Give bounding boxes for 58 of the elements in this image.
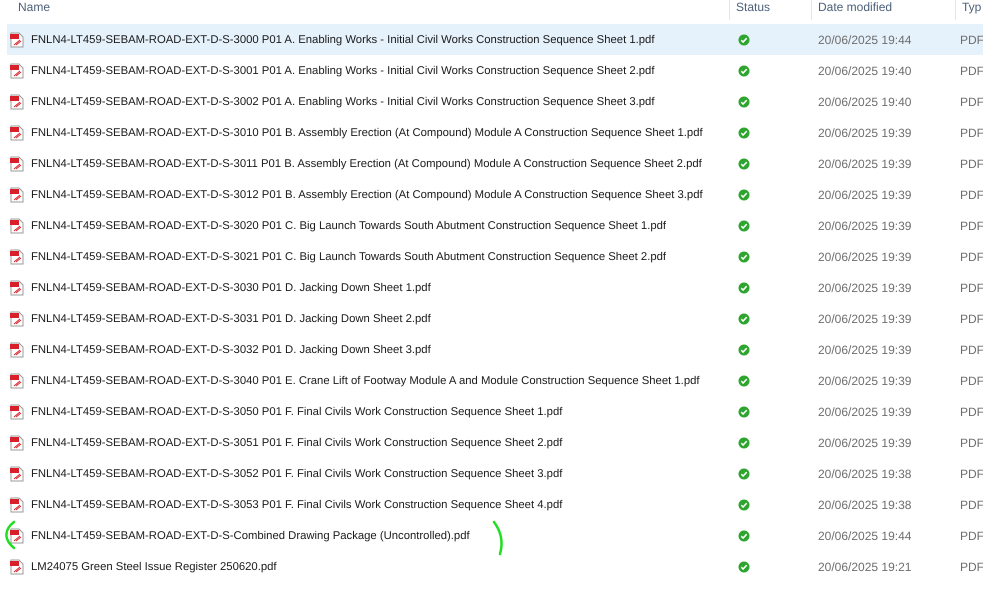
file-name: FNLN4-LT459-SEBAM-ROAD-EXT-D-S-3002 P01 A. Enabling Works - Initial Civil Works Construction Sequence Sheet 3.pdf xyxy=(31,96,654,108)
file-name: FNLN4-LT459-SEBAM-ROAD-EXT-D-S-3000 P01 A. Enabling Works - Initial Civil Works Construction Sequence Sheet 1.pdf xyxy=(31,34,654,46)
file-name: FNLN4-LT459-SEBAM-ROAD-EXT-D-S-3030 P01 D. Jacking Down Sheet 1.pdf xyxy=(31,282,431,294)
date-modified: 20/06/2025 19:21 xyxy=(818,560,912,574)
pdf-file-icon xyxy=(10,528,24,544)
pdf-file-icon xyxy=(10,124,24,140)
pdf-file-icon xyxy=(10,434,24,450)
file-name: FNLN4-LT459-SEBAM-ROAD-EXT-D-S-3031 P01 D. Jacking Down Sheet 2.pdf xyxy=(31,312,431,324)
date-modified: 20/06/2025 19:39 xyxy=(818,188,912,202)
file-name: FNLN4-LT459-SEBAM-ROAD-EXT-D-S-3053 P01 F. Final Civils Work Construction Sequence Sheet 4.pdf xyxy=(31,498,562,510)
pdf-file-icon xyxy=(10,280,24,296)
date-modified: 20/06/2025 19:39 xyxy=(818,126,912,140)
date-modified: 20/06/2025 19:39 xyxy=(818,404,912,418)
date-modified: 20/06/2025 19:39 xyxy=(818,374,912,388)
file-name: FNLN4-LT459-SEBAM-ROAD-EXT-D-S-3011 P01 B. Assembly Erection (At Compound) Module A Construction Sequence Sheet 2.pdf xyxy=(31,158,702,170)
pdf-file-icon xyxy=(10,558,24,574)
date-modified: 20/06/2025 19:38 xyxy=(818,498,912,512)
file-name: FNLN4-LT459-SEBAM-ROAD-EXT-D-S-3051 P01 F. Final Civils Work Construction Sequence Sheet 2.pdf xyxy=(31,436,562,448)
file-name: FNLN4-LT459-SEBAM-ROAD-EXT-D-S-3052 P01 F. Final Civils Work Construction Sequence Sheet 3.pdf xyxy=(31,468,562,480)
date-modified: 20/06/2025 19:40 xyxy=(818,94,912,108)
file-name: FNLN4-LT459-SEBAM-ROAD-EXT-D-S-3032 P01 D. Jacking Down Sheet 3.pdf xyxy=(31,344,431,356)
pdf-file-icon xyxy=(10,156,24,172)
pdf-file-icon xyxy=(10,404,24,420)
pdf-file-icon xyxy=(10,372,24,388)
column-header[interactable]: Name xyxy=(0,0,730,20)
date-modified: 20/06/2025 19:44 xyxy=(818,32,912,46)
date-modified: 20/06/2025 19:39 xyxy=(818,342,912,356)
pdf-file-icon xyxy=(10,496,24,512)
file-name: FNLN4-LT459-SEBAM-ROAD-EXT-D-S-3012 P01 B. Assembly Erection (At Compound) Module A Construction Sequence Sheet 3.pdf xyxy=(31,188,703,200)
pdf-file-icon xyxy=(10,466,24,482)
pdf-file-icon xyxy=(10,310,24,326)
file-name: FNLN4-LT459-SEBAM-ROAD-EXT-D-S-3020 P01 C. Big Launch Towards South Abutment Construction Sequence Sheet 1.pdf xyxy=(31,220,666,232)
date-modified: 20/06/2025 19:39 xyxy=(818,312,912,326)
column-header[interactable]: Status xyxy=(730,0,812,20)
date-modified: 20/06/2025 19:39 xyxy=(818,250,912,264)
date-modified: 20/06/2025 19:39 xyxy=(818,436,912,450)
date-modified: 20/06/2025 19:38 xyxy=(818,466,912,480)
file-name: FNLN4-LT459-SEBAM-ROAD-EXT-D-S-3050 P01 F. Final Civils Work Construction Sequence Sheet 1.pdf xyxy=(31,406,562,418)
file-name: FNLN4-LT459-SEBAM-ROAD-EXT-D-S-3021 P01 C. Big Launch Towards South Abutment Construction Sequence Sheet 2.pdf xyxy=(31,250,666,262)
column-header[interactable]: Date modified xyxy=(812,0,956,20)
column-header[interactable]: Typ xyxy=(956,0,983,20)
date-modified: 20/06/2025 19:39 xyxy=(818,156,912,170)
file-name: FNLN4-LT459-SEBAM-ROAD-EXT-D-S-3001 P01 A. Enabling Works - Initial Civil Works Construction Sequence Sheet 2.pdf xyxy=(31,64,654,76)
pdf-file-icon xyxy=(10,32,24,48)
pdf-file-icon xyxy=(10,94,24,110)
date-modified: 20/06/2025 19:39 xyxy=(818,280,912,294)
date-modified: 20/06/2025 19:44 xyxy=(818,528,912,542)
file-name: FNLN4-LT459-SEBAM-ROAD-EXT-D-S-Combined Drawing Package (Uncontrolled).pdf xyxy=(31,530,470,542)
pdf-file-icon xyxy=(10,62,24,78)
pdf-file-icon xyxy=(10,186,24,202)
date-modified: 20/06/2025 19:40 xyxy=(818,64,912,78)
pdf-file-icon xyxy=(10,218,24,234)
file-name: LM24075 Green Steel Issue Register 250620.pdf xyxy=(31,560,277,572)
file-name: FNLN4-LT459-SEBAM-ROAD-EXT-D-S-3010 P01 B. Assembly Erection (At Compound) Module A Construction Sequence Sheet 1.pdf xyxy=(31,126,703,138)
file-name: FNLN4-LT459-SEBAM-ROAD-EXT-D-S-3040 P01 E. Crane Lift of Footway Module A and Module Construction Sequence Sheet 1.pdf xyxy=(31,374,700,386)
date-modified: 20/06/2025 19:39 xyxy=(818,218,912,232)
pdf-file-icon xyxy=(10,248,24,264)
pdf-file-icon xyxy=(10,342,24,358)
